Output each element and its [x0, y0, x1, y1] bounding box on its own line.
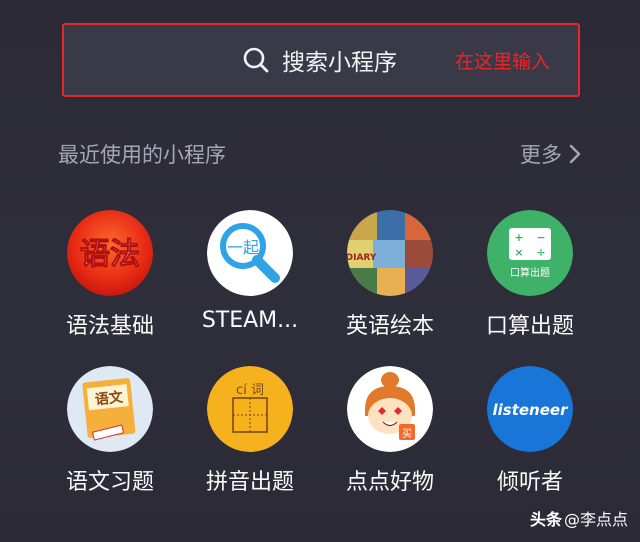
grammar-icon-text: 语法 [80, 237, 140, 272]
app-name: 英语绘本 [345, 314, 434, 339]
app-item-mental-math[interactable]: + − × ÷ 口算出题 口算出题 [460, 210, 600, 366]
recent-section-header: 最近使用的小程序 更多 [58, 136, 582, 172]
app-name: 倾听者 [496, 470, 563, 495]
app-name: 语法基础 [65, 314, 154, 339]
girl-icon-text: 买 [402, 428, 412, 440]
app-name: 语文习题 [65, 470, 154, 495]
svg-text:−: − [536, 231, 545, 244]
steam-magnifier-icon: 一起 [207, 210, 293, 296]
app-name: 点点好物 [345, 470, 434, 495]
svg-text:×: × [514, 246, 523, 259]
search-label: 搜索小程序 [282, 50, 397, 76]
svg-text:+: + [514, 231, 523, 244]
app-item-grammar[interactable]: 语法 语法基础 [40, 210, 180, 366]
recent-section-title: 最近使用的小程序 [58, 143, 226, 167]
books-icon-text: DIARY [347, 253, 377, 263]
chinese-exercise-book-icon: 语文 [67, 366, 153, 452]
listeneer-icon-text: listeneer [493, 401, 570, 419]
search-icon [243, 47, 269, 73]
watermark-handle: @李点点 [563, 510, 628, 529]
chevron-right-icon [569, 144, 581, 164]
pinyin-ci-icon: cí 词 [207, 366, 293, 452]
mini-program-page: 搜索小程序 在这里输入 最近使用的小程序 更多 语法 语法基础 一起 STEAM… [0, 0, 640, 542]
pinyin-icon-text: cí 词 [236, 383, 264, 398]
steam-icon-text: 一起 [227, 238, 259, 257]
app-name: 拼音出题 [205, 470, 294, 495]
app-item-diandian-goods[interactable]: 买 点点好物 [320, 366, 460, 522]
app-item-chinese-exercise[interactable]: 语文 语文习题 [40, 366, 180, 522]
grammar-basics-icon: 语法 [67, 210, 153, 296]
mental-math-icon: + − × ÷ 口算出题 [487, 210, 573, 296]
app-item-pinyin[interactable]: cí 词 拼音出题 [180, 366, 320, 522]
svg-text:÷: ÷ [536, 246, 545, 259]
diandian-cartoon-girl-icon: 买 [347, 366, 433, 452]
watermark: 头条 @李点点 [530, 506, 628, 530]
more-label: 更多 [520, 143, 562, 167]
app-name: 口算出题 [485, 314, 574, 339]
english-picture-books-icon: DIARY [347, 210, 433, 296]
chinese-icon-text: 语文 [94, 389, 125, 409]
search-hint-annotation: 在这里输入 [454, 50, 550, 73]
app-item-listener[interactable]: listeneer 倾听者 [460, 366, 600, 522]
more-button[interactable]: 更多 [520, 139, 582, 169]
recent-apps-grid: 语法 语法基础 一起 STEAM... DIARY 英语绘本 + − × ÷ 口… [40, 210, 600, 522]
listeneer-icon: listeneer [487, 366, 573, 452]
search-bar[interactable]: 搜索小程序 在这里输入 [62, 23, 580, 97]
app-item-steam[interactable]: 一起 STEAM... [180, 210, 320, 366]
app-name: STEAM... [201, 308, 299, 333]
watermark-prefix: 头条 [529, 510, 562, 529]
search-center: 搜索小程序 [242, 25, 397, 95]
app-item-english-books[interactable]: DIARY 英语绘本 [320, 210, 460, 366]
math-icon-text: 口算出题 [510, 266, 550, 279]
